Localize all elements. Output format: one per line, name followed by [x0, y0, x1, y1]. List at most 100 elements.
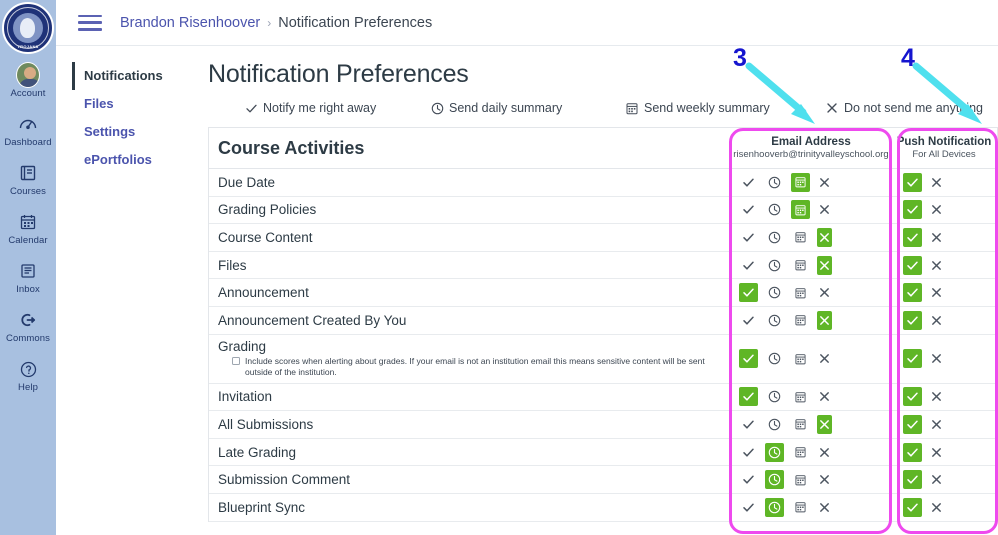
email-x-button[interactable] [817, 310, 832, 330]
email-preference-group [731, 197, 891, 224]
push-x-button[interactable] [929, 200, 944, 219]
email-clock-button[interactable] [765, 415, 784, 434]
email-x-button[interactable] [817, 414, 832, 434]
email-clock-button[interactable] [765, 283, 784, 302]
email-x-button[interactable] [817, 283, 832, 302]
nav-label-dashboard: Dashboard [4, 137, 52, 148]
nav-item-help[interactable]: Help [0, 350, 56, 399]
include-scores-checkbox[interactable] [232, 357, 240, 366]
email-calendar-button[interactable] [791, 349, 810, 368]
email-clock-button[interactable] [765, 200, 784, 219]
nav-item-inbox[interactable]: Inbox [0, 252, 56, 301]
push-preference-group [891, 279, 997, 306]
sidebar-item-files[interactable]: Files [72, 90, 192, 118]
table-row: Files [209, 252, 997, 280]
table-row: Course Content [209, 224, 997, 252]
nav-item-account[interactable]: Account [0, 56, 56, 105]
nav-item-courses[interactable]: Courses [0, 154, 56, 203]
email-calendar-button[interactable] [791, 311, 810, 330]
email-check-button[interactable] [739, 387, 758, 407]
email-calendar-button[interactable] [791, 498, 810, 517]
push-x-button[interactable] [929, 256, 944, 275]
nav-item-commons[interactable]: Commons [0, 301, 56, 350]
email-clock-button[interactable] [765, 173, 784, 192]
email-x-button[interactable] [817, 227, 832, 247]
push-x-button[interactable] [929, 387, 944, 406]
push-check-button[interactable] [903, 227, 922, 247]
hamburger-icon[interactable] [78, 14, 102, 31]
push-x-button[interactable] [929, 228, 944, 247]
push-check-button[interactable] [903, 172, 922, 192]
push-check-button[interactable] [903, 255, 922, 275]
email-check-button[interactable] [739, 443, 758, 462]
push-check-button[interactable] [903, 414, 922, 434]
sidebar-item-settings[interactable]: Settings [72, 118, 192, 146]
email-check-button[interactable] [739, 349, 758, 369]
email-check-button[interactable] [739, 311, 758, 330]
sidebar-item-eportfolios[interactable]: ePortfolios [72, 146, 192, 174]
email-x-button[interactable] [817, 200, 832, 219]
email-clock-button[interactable] [765, 311, 784, 330]
email-x-button[interactable] [817, 443, 832, 462]
push-x-button[interactable] [929, 443, 944, 462]
email-clock-button[interactable] [765, 228, 784, 247]
help-icon [16, 357, 40, 381]
email-check-button[interactable] [739, 228, 758, 247]
email-calendar-button[interactable] [791, 172, 810, 192]
email-calendar-button[interactable] [791, 470, 810, 489]
email-check-button[interactable] [739, 415, 758, 434]
email-check-button[interactable] [739, 470, 758, 489]
push-x-button[interactable] [929, 498, 944, 517]
table-row: Due Date [209, 169, 997, 197]
push-x-button[interactable] [929, 311, 944, 330]
push-x-button[interactable] [929, 173, 944, 192]
email-calendar-button[interactable] [791, 283, 810, 302]
include-scores-label: Include scores when alerting about grade… [245, 356, 705, 378]
column-header-push-notification: Push Notification For All Devices [891, 128, 997, 169]
email-clock-button[interactable] [765, 387, 784, 406]
email-check-button[interactable] [739, 498, 758, 517]
email-clock-button[interactable] [765, 470, 784, 490]
push-check-button[interactable] [903, 470, 922, 490]
email-check-button[interactable] [739, 256, 758, 275]
email-x-button[interactable] [817, 498, 832, 517]
push-x-button[interactable] [929, 415, 944, 434]
push-check-button[interactable] [903, 497, 922, 517]
push-check-button[interactable] [903, 283, 922, 303]
nav-item-dashboard[interactable]: Dashboard [0, 105, 56, 154]
email-clock-button[interactable] [765, 497, 784, 517]
nav-label-courses: Courses [9, 186, 47, 197]
row-label: All Submissions [209, 411, 731, 438]
sidebar-item-notifications[interactable]: Notifications [72, 62, 192, 90]
email-x-button[interactable] [817, 470, 832, 489]
email-calendar-button[interactable] [791, 256, 810, 275]
row-label: Announcement [209, 279, 731, 306]
school-logo[interactable]: TROJANS [0, 0, 56, 56]
push-check-button[interactable] [903, 349, 922, 369]
push-x-button[interactable] [929, 470, 944, 489]
email-clock-button[interactable] [765, 442, 784, 462]
email-x-button[interactable] [817, 173, 832, 192]
push-check-button[interactable] [903, 387, 922, 407]
push-check-button[interactable] [903, 442, 922, 462]
email-clock-button[interactable] [765, 256, 784, 275]
email-calendar-button[interactable] [791, 443, 810, 462]
push-check-button[interactable] [903, 310, 922, 330]
email-check-button[interactable] [739, 200, 758, 219]
email-x-button[interactable] [817, 349, 832, 368]
push-check-button[interactable] [903, 200, 922, 220]
email-clock-button[interactable] [765, 349, 784, 368]
email-x-button[interactable] [817, 387, 832, 406]
include-scores-checkbox-row[interactable]: Include scores when alerting about grade… [218, 356, 730, 378]
breadcrumb-user[interactable]: Brandon Risenhoover [120, 15, 260, 31]
nav-item-calendar[interactable]: Calendar [0, 203, 56, 252]
email-check-button[interactable] [739, 173, 758, 192]
email-calendar-button[interactable] [791, 228, 810, 247]
email-calendar-button[interactable] [791, 387, 810, 406]
push-x-button[interactable] [929, 349, 944, 368]
push-x-button[interactable] [929, 283, 944, 302]
email-calendar-button[interactable] [791, 415, 810, 434]
email-x-button[interactable] [817, 255, 832, 275]
email-calendar-button[interactable] [791, 200, 810, 220]
email-check-button[interactable] [739, 283, 758, 303]
